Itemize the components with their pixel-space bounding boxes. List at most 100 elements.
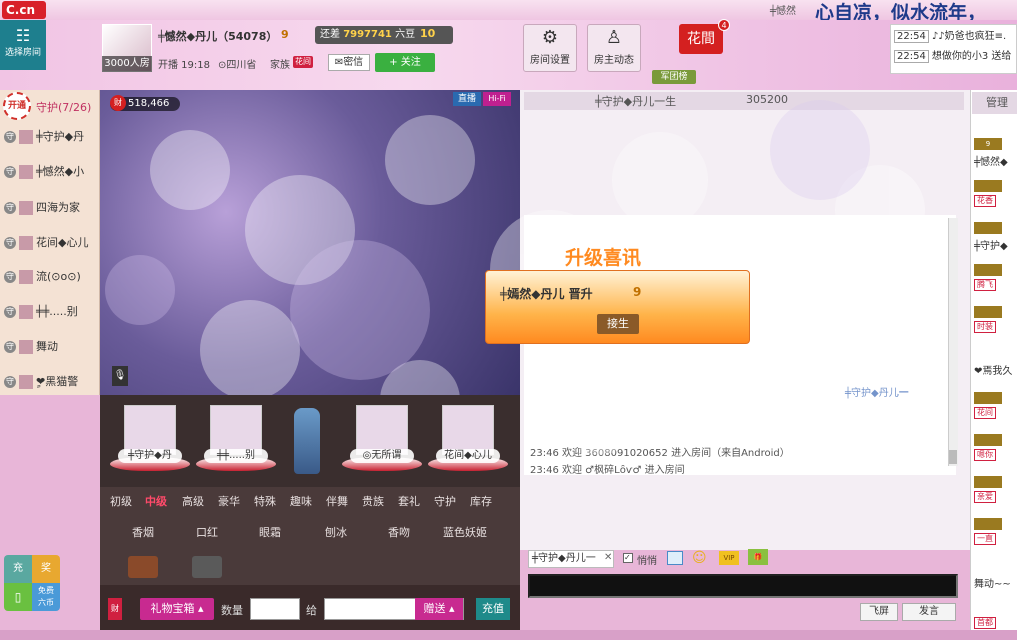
gift-item[interactable]: 香吻	[388, 524, 410, 540]
admin-item[interactable]	[974, 264, 1017, 279]
admin-item[interactable]: 舞动~~	[974, 575, 1017, 590]
admin-item[interactable]	[974, 180, 1017, 195]
host-activity-button[interactable]: ♙ 房主动态	[587, 24, 641, 72]
chat-tab-host[interactable]: ╪守护◆丹儿一生	[595, 93, 676, 109]
admin-item[interactable]	[974, 306, 1017, 321]
quantity-input[interactable]	[250, 598, 300, 620]
gift-item[interactable]: 眼霜	[259, 524, 281, 540]
guard-name: 舞动	[36, 340, 58, 353]
flower-room-button[interactable]: 花間	[679, 24, 723, 54]
select-room-label: 选择房间	[4, 48, 41, 58]
emoji-icon[interactable]: ☺	[692, 550, 707, 566]
chat-scroll-thumb[interactable]	[949, 450, 957, 464]
host-name[interactable]: ╪憾然◆丹儿（54078）	[158, 28, 277, 44]
admin-item[interactable]: 花间	[974, 407, 1017, 419]
phone-icon[interactable]: ▯	[4, 583, 32, 611]
seat-figure[interactable]	[294, 408, 320, 474]
gift-tab[interactable]: 高级	[182, 493, 204, 509]
guard-item[interactable]: 守 花间◆心儿	[4, 234, 100, 260]
admin-item[interactable]: 腾飞	[974, 279, 1017, 291]
admin-item[interactable]: 亲爱	[974, 491, 1017, 503]
admin-item[interactable]: ╪守护◆	[974, 237, 1017, 252]
gift-tab[interactable]: 伴舞	[326, 493, 348, 509]
gift-tab[interactable]: 守护	[434, 493, 456, 509]
site-logo[interactable]: C.cn	[2, 1, 46, 19]
hifi-tag[interactable]: Hi-Fi	[483, 92, 511, 106]
gift-tab[interactable]: 贵族	[362, 493, 384, 509]
video-stream[interactable]	[100, 90, 520, 395]
image-icon[interactable]	[667, 551, 683, 565]
send-message-button[interactable]: 发言	[902, 603, 956, 621]
close-icon[interactable]: ✕	[604, 552, 612, 563]
gift-thumbnail[interactable]	[128, 556, 158, 578]
topbar-username[interactable]: ╪憾然	[770, 2, 796, 17]
gift-tab[interactable]: 套礼	[398, 493, 420, 509]
follow-button[interactable]: + 关注	[375, 53, 435, 72]
admin-name: ╪守护◆	[974, 241, 1008, 252]
guard-item[interactable]: 守 四海为家	[4, 199, 100, 225]
guard-seat[interactable]: ╪守护◆丹	[110, 405, 190, 477]
admin-item[interactable]: 花香	[974, 195, 1017, 207]
guard-item[interactable]: 守 ╪╪.....别	[4, 303, 100, 329]
gift-treasure-label: 礼物宝箱	[150, 602, 195, 615]
gift-treasure-dropdown[interactable]: 礼物宝箱 ▴	[140, 598, 214, 620]
charge-button[interactable]: 充	[4, 555, 32, 583]
guard-seat[interactable]: ◎无所谓	[342, 405, 422, 477]
gift-item[interactable]: 口红	[196, 524, 218, 540]
gift-tab[interactable]: 中级	[145, 493, 167, 509]
open-guard-button[interactable]: 开通	[3, 92, 31, 120]
gift-tab[interactable]: 库存	[470, 493, 492, 509]
gift-tab[interactable]: 初级	[110, 493, 132, 509]
free-label: 免费	[38, 586, 54, 595]
gift-item[interactable]: 刨冰	[325, 524, 347, 540]
gift-tab[interactable]: 特殊	[254, 493, 276, 509]
admin-item[interactable]	[974, 518, 1017, 533]
admin-item[interactable]: 首都	[974, 617, 1017, 629]
guard-item[interactable]: 守 ╪憾然◆小	[4, 163, 100, 189]
guard-item[interactable]: 守 ╪守护◆丹	[4, 128, 100, 154]
upgrade-accept-button[interactable]: 接生	[597, 314, 639, 334]
send-gift-button[interactable]: 赠送 ▴	[415, 598, 463, 620]
whisper-checkbox[interactable]: ✓	[623, 553, 633, 563]
select-room-button[interactable]: ☷ 选择房间	[0, 20, 46, 70]
room-settings-button[interactable]: ⚙ 房间设置	[523, 24, 577, 72]
vip-icon[interactable]: VIP	[719, 551, 739, 565]
recharge-button[interactable]: 充值	[476, 598, 510, 620]
gift-tab[interactable]: 趣味	[290, 493, 312, 509]
chat-scrollbar[interactable]	[948, 218, 958, 466]
chat-mention[interactable]: ╪守护◆丹儿一	[845, 384, 909, 399]
admin-item[interactable]: ╪憾然◆	[974, 153, 1017, 168]
admin-item[interactable]: 9	[974, 138, 1017, 150]
admin-item[interactable]: 时装	[974, 321, 1017, 333]
gap-value: 7997741	[343, 29, 392, 40]
guard-seat[interactable]: 花间◆心儿	[428, 405, 508, 477]
admin-item[interactable]	[974, 476, 1017, 491]
family-badge[interactable]: 花间	[293, 56, 313, 68]
wealth-icon: 财	[110, 95, 126, 111]
guard-item[interactable]: 守 流(⊙o⊙)	[4, 268, 100, 294]
chat-input[interactable]	[528, 574, 958, 598]
gift-item[interactable]: 蓝色妖姬	[443, 524, 487, 540]
gift-icon[interactable]: 🎁	[748, 549, 768, 565]
reward-button[interactable]: 奖	[32, 555, 60, 583]
gift-tab[interactable]: 豪华	[218, 493, 240, 509]
gift-item[interactable]: 香烟	[132, 524, 154, 540]
army-ranking-button[interactable]: 军团榜	[652, 70, 696, 84]
gap-unit: 六豆	[395, 29, 416, 40]
admin-tab[interactable]: 管理	[972, 92, 1017, 114]
free-coins-button[interactable]: 免费 六币	[32, 583, 60, 611]
admin-item[interactable]	[974, 434, 1017, 449]
guard-item[interactable]: 守 舞动	[4, 338, 100, 364]
gift-thumbnail[interactable]	[192, 556, 222, 578]
chat-target-select[interactable]: ╪守护◆丹儿一	[528, 550, 614, 568]
guard-item[interactable]: 守 ❤ٍ黑猫警	[4, 373, 100, 399]
guard-seat[interactable]: ╪╪.....别	[196, 405, 276, 477]
admin-item[interactable]	[974, 222, 1017, 237]
admin-item[interactable]: 嗯你	[974, 449, 1017, 461]
private-message-button[interactable]: ✉密信	[328, 54, 370, 71]
admin-item[interactable]: ❤焉我久	[974, 362, 1017, 377]
admin-item[interactable]: 一直	[974, 533, 1017, 545]
admin-item[interactable]	[974, 392, 1017, 407]
fly-screen-button[interactable]: 飞屏	[860, 603, 898, 621]
microphone-icon[interactable]: 🎙	[112, 366, 128, 386]
